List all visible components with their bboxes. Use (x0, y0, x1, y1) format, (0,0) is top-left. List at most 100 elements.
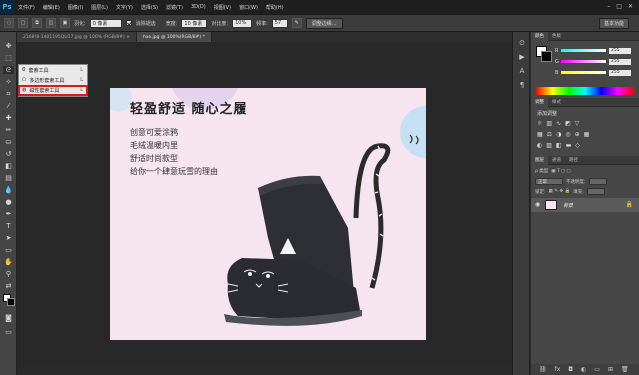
brightness-icon[interactable]: ☼ (537, 120, 542, 127)
flyout-item-polygonal-lasso[interactable]: ⬠ 多边形套索工具 L (19, 75, 87, 85)
blue-value-field[interactable]: 255 (609, 69, 631, 76)
tab-document-2[interactable]: hxe.jpg @ 100%(RGB/8#) * (136, 32, 212, 42)
filter-icons[interactable]: ▣ T ◻ ▢ (551, 169, 570, 174)
new-group-icon[interactable]: ▭ (594, 366, 600, 373)
actions-panel-icon[interactable]: ▶ (516, 52, 528, 62)
green-value-field[interactable]: 255 (609, 58, 631, 65)
crop-tool-icon[interactable]: ⌗ (3, 90, 14, 98)
antialias-checkbox[interactable] (125, 20, 132, 26)
add-selection-icon[interactable]: ⧉ (32, 18, 42, 28)
lasso-tool-preset-icon[interactable]: ◌ (4, 18, 14, 28)
menu-filter[interactable]: 滤镜(T) (166, 4, 183, 11)
menu-image[interactable]: 图像(I) (68, 4, 83, 11)
clone-stamp-tool-icon[interactable]: ⛀ (3, 138, 14, 146)
menu-help[interactable]: 帮助(H) (266, 4, 284, 11)
intersect-selection-icon[interactable]: ▣ (60, 18, 70, 28)
tab-swatches[interactable]: 色板 (548, 32, 565, 41)
menu-view[interactable]: 视图(V) (214, 4, 231, 11)
exposure-icon[interactable]: ◩ (565, 120, 571, 127)
flyout-item-lasso[interactable]: ᘓ 套索工具 L (19, 65, 87, 75)
fill-input[interactable] (586, 188, 605, 195)
menu-layer[interactable]: 图层(L) (91, 4, 108, 11)
close-button[interactable]: ✕ (628, 3, 633, 10)
dodge-tool-icon[interactable]: ● (3, 198, 14, 206)
tab-channels[interactable]: 通道 (548, 156, 565, 165)
tab-styles[interactable]: 样式 (548, 98, 565, 107)
shape-tool-icon[interactable]: ▭ (3, 246, 14, 254)
green-channel-slider[interactable]: G 255 (555, 58, 637, 65)
new-selection-icon[interactable]: ▢ (18, 18, 28, 28)
curves-icon[interactable]: ∿ (556, 120, 561, 127)
levels-icon[interactable]: ▥ (546, 120, 552, 127)
layer-row-background[interactable]: ◉ 背景 🔒 (531, 198, 639, 212)
opacity-input[interactable] (588, 178, 607, 185)
minimize-button[interactable]: – (607, 3, 610, 10)
panel-background-swatch[interactable] (541, 51, 552, 62)
healing-tool-icon[interactable]: ✚ (3, 114, 14, 122)
screen-mode-icon[interactable]: ▭ (3, 328, 14, 336)
hue-icon[interactable]: ▦ (537, 131, 543, 138)
eraser-tool-icon[interactable]: ◧ (3, 162, 14, 170)
marquee-tool-icon[interactable]: ⬚ (3, 54, 14, 62)
red-value-field[interactable]: 255 (609, 47, 631, 54)
quick-mask-icon[interactable]: ◙ (3, 314, 14, 322)
invert-icon[interactable]: ◐ (537, 142, 542, 149)
pen-pressure-icon[interactable]: ✎ (291, 18, 302, 28)
black-white-icon[interactable]: ◑ (556, 131, 561, 138)
document-canvas[interactable]: 轻盈舒适 随心之履 创意可爱涂鸦 毛绒温暖内里 舒适时尚款型 给你一个肆意玩雪的… (110, 88, 426, 340)
eyedropper-tool-icon[interactable]: ⁄ (3, 102, 14, 110)
history-brush-tool-icon[interactable]: ↺ (3, 150, 14, 158)
delete-layer-icon[interactable]: 🗑 (621, 366, 629, 373)
visibility-eye-icon[interactable]: ◉ (535, 201, 540, 208)
hand-tool-icon[interactable]: ✋ (3, 258, 14, 266)
selective-color-icon[interactable]: ◇ (575, 142, 580, 149)
channel-mixer-icon[interactable]: ⊕ (575, 131, 580, 138)
lasso-tool-icon[interactable]: ᘓ (3, 66, 14, 74)
photo-filter-icon[interactable]: ◎ (565, 131, 570, 138)
gradient-tool-icon[interactable]: ▤ (3, 174, 14, 182)
contrast-input[interactable]: 10% (232, 18, 253, 28)
swap-colors-icon[interactable]: ⇄ (3, 282, 14, 290)
new-adjustment-icon[interactable]: ◐ (581, 366, 586, 373)
maximize-button[interactable]: □ (616, 3, 622, 10)
menu-file[interactable]: 文件(F) (18, 4, 35, 11)
tab-adjustments[interactable]: 调整 (531, 97, 548, 107)
menu-3d[interactable]: 3D(D) (191, 4, 206, 10)
tab-document-1[interactable]: 2168!8-1401195QU17.jpg @ 100% (RGB/8#) × (17, 32, 137, 42)
quick-select-tool-icon[interactable]: ✧ (3, 78, 14, 86)
feather-input[interactable]: 0 像素 (89, 18, 122, 28)
link-layers-icon[interactable]: ⛓ (539, 366, 547, 373)
menu-type[interactable]: 文字(Y) (116, 4, 133, 11)
type-tool-icon[interactable]: T (3, 222, 14, 230)
posterize-icon[interactable]: ▨ (546, 142, 552, 149)
pen-tool-icon[interactable]: ✒ (3, 210, 14, 218)
tab-layers[interactable]: 图层 (531, 155, 548, 165)
color-spectrum-bar[interactable] (536, 87, 634, 95)
fx-icon[interactable]: fx (555, 366, 561, 373)
zoom-tool-icon[interactable]: ⚲ (3, 270, 14, 278)
lock-icons[interactable]: ▦ ✎ ✥ 🔒 (549, 189, 571, 194)
frequency-input[interactable]: 57 (271, 18, 288, 28)
filter-kind-icon[interactable]: ρ 类型 (535, 168, 548, 174)
color-balance-icon[interactable]: ⚖ (547, 131, 552, 138)
menu-window[interactable]: 窗口(W) (239, 4, 258, 11)
blend-mode-select[interactable]: 正常 (535, 178, 563, 185)
menu-select[interactable]: 选择(S) (141, 4, 158, 11)
brush-tool-icon[interactable]: ✏ (3, 126, 14, 134)
red-channel-slider[interactable]: R 255 (555, 47, 637, 54)
background-color-swatch[interactable] (7, 298, 15, 306)
menu-edit[interactable]: 编辑(E) (43, 4, 60, 11)
color-lookup-icon[interactable]: ▦ (584, 131, 590, 138)
workspace-switcher[interactable]: 基本功能 (599, 18, 629, 29)
tab-color[interactable]: 颜色 (531, 31, 548, 41)
width-input[interactable]: 10 像素 (181, 18, 208, 28)
vibrance-icon[interactable]: ▽ (575, 120, 580, 127)
character-panel-icon[interactable]: A (516, 66, 528, 76)
new-layer-icon[interactable]: ⊞ (608, 366, 613, 373)
threshold-icon[interactable]: ◧ (556, 142, 562, 149)
path-select-tool-icon[interactable]: ➤ (3, 234, 14, 242)
paragraph-panel-icon[interactable]: ¶ (516, 80, 528, 90)
subtract-selection-icon[interactable]: ◫ (46, 18, 56, 28)
move-tool-icon[interactable]: ✥ (3, 42, 14, 50)
gradient-map-icon[interactable]: ▬ (566, 142, 572, 149)
